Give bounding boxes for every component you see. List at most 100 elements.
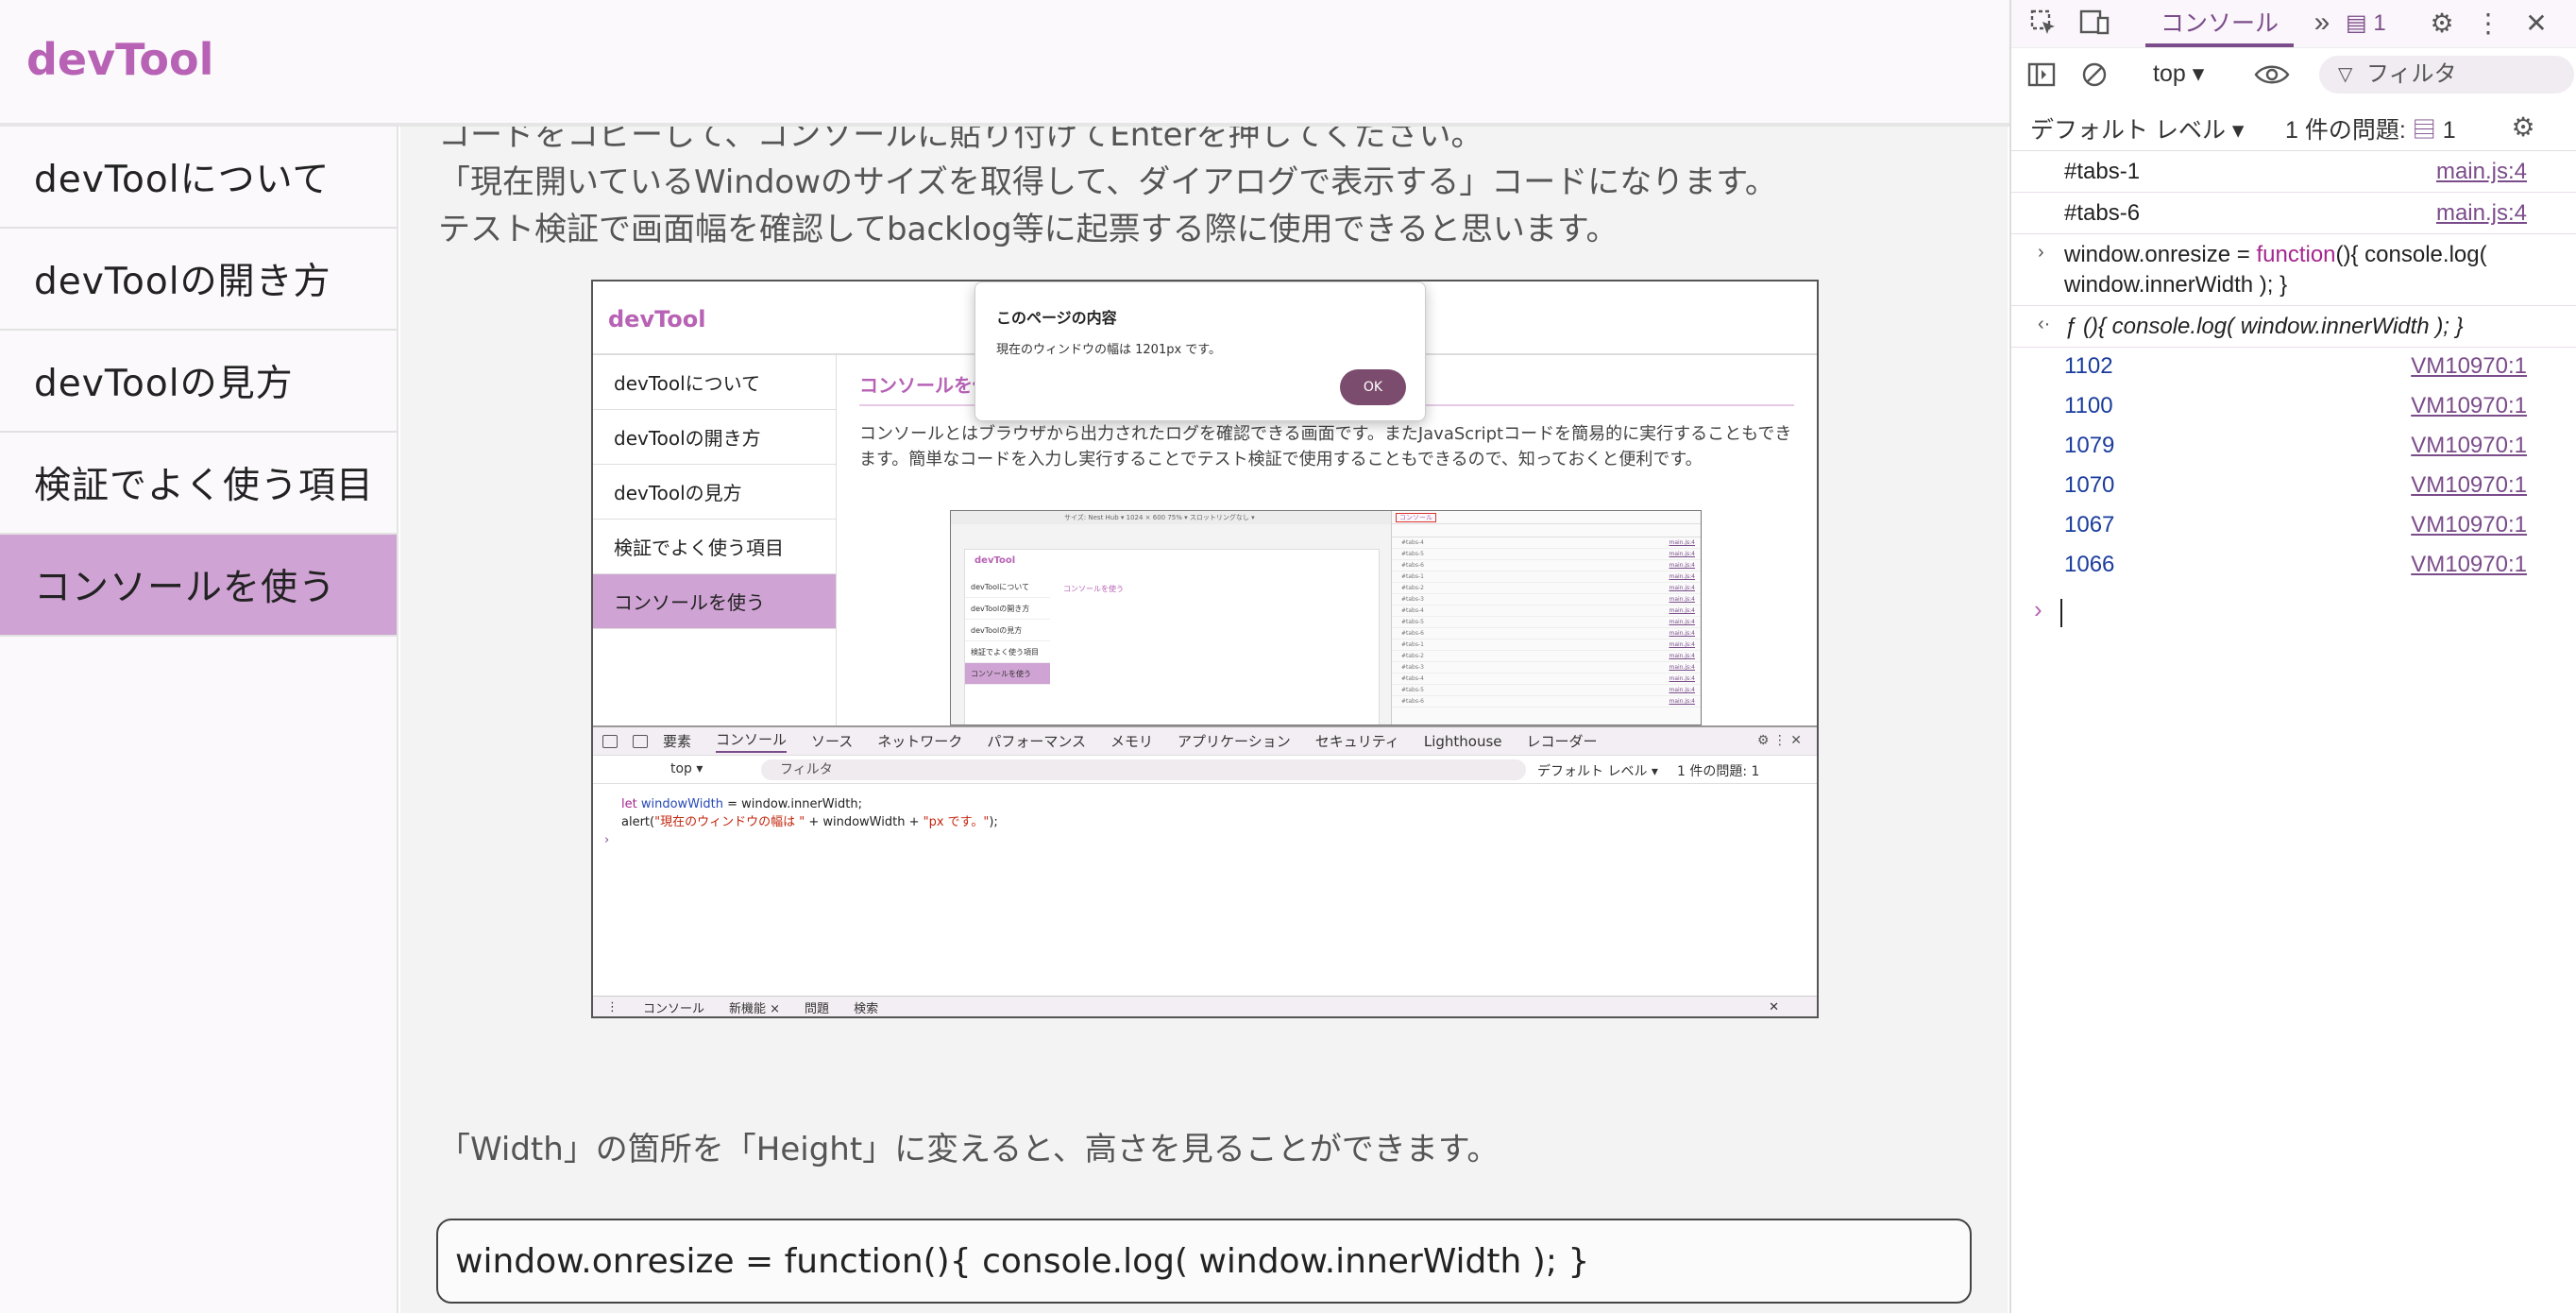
return-arrow-icon: ‹· — [2038, 314, 2051, 334]
context-select-value: top — [2153, 60, 2186, 87]
nested-log-row: #tabs-4 main.js:4 — [1392, 605, 1701, 617]
sidebar-toggle-icon[interactable] — [2025, 58, 2059, 92]
shot-sidebar-item: 検証でよく使う項目 — [593, 520, 836, 574]
width-note: 「Width」の箇所を「Height」に変えると、高さを見ることができます。 — [438, 1131, 1500, 1168]
settings-gear-icon[interactable]: ⚙ — [2425, 6, 2459, 40]
log-source-link[interactable]: VM10970:1 — [2411, 552, 2527, 578]
input-line-1: window.onresize = function(){ console.lo… — [2064, 242, 2487, 267]
nested-sidebar-item: devToolについて — [965, 576, 1050, 598]
width-log-entry: 1066 VM10970:1 — [2011, 546, 2576, 586]
close-icon[interactable]: ✕ — [2519, 6, 2553, 40]
shot-tab: ソース — [811, 733, 854, 750]
sidebar-item-about[interactable]: devToolについて — [0, 127, 397, 229]
shot-sidebar-item-active: コンソールを使う — [593, 574, 836, 629]
width-log-entry: 1102 VM10970:1 — [2011, 348, 2576, 387]
more-options-icon[interactable]: ⋮ — [2474, 6, 2502, 40]
sidebar-item-how-to-open[interactable]: devToolの開き方 — [0, 229, 397, 331]
sidebar-item-console[interactable]: コンソールを使う — [0, 535, 397, 637]
nested-log-row: #tabs-5 main.js:4 — [1392, 685, 1701, 696]
log-source-link[interactable]: main.js:4 — [2436, 159, 2527, 185]
site-header: devTool — [0, 0, 2009, 127]
nested-log-row: #tabs-3 main.js:4 — [1392, 662, 1701, 674]
width-value: 1102 — [2064, 353, 2113, 379]
nested-sidebar: devToolについて devToolの開き方 devToolの見方 検証でよく… — [965, 576, 1050, 685]
filter-input[interactable]: ▽ フィルタ — [2319, 56, 2574, 94]
nested-devtools: コンソール #tabs-4 main.js:4 #tabs-5 main.js:4 #t… — [1391, 511, 1701, 725]
console-input-caret[interactable] — [2060, 599, 2062, 627]
issues-count: 1 — [2442, 117, 2456, 144]
sidebar-item-how-to-view[interactable]: devToolの見方 — [0, 331, 397, 433]
message-icon: ▤ — [2412, 117, 2443, 144]
log-source-link[interactable]: VM10970:1 — [2411, 353, 2527, 380]
shot-tab: セキュリティ — [1314, 733, 1399, 750]
width-log-entry: 1067 VM10970:1 — [2011, 506, 2576, 546]
more-tabs-icon[interactable]: » — [2306, 4, 2338, 42]
shot-drawer-tab: 検索 — [854, 1002, 879, 1016]
shot-drawer-close-icon: ✕ — [1769, 1000, 1779, 1015]
issues-badge[interactable]: ▤ 1 — [2346, 9, 2386, 37]
log-source-link[interactable]: VM10970:1 — [2411, 393, 2527, 419]
shot-sidebar: devToolについて devToolの開き方 devToolの見方 検証でよく… — [593, 355, 837, 725]
shot-drawer: ⋮ コンソール 新機能 × 問題 検索 ✕ — [593, 996, 1817, 1016]
intro-paragraph: コードをコピーして、コンソールに貼り付けてEnterを押してください。 「現在開… — [438, 127, 1777, 253]
nested-log-rows: #tabs-4 main.js:4 #tabs-5 main.js:4 #tabs-6 m… — [1392, 537, 1701, 708]
log-entry: #tabs-1 main.js:4 — [2011, 151, 2576, 193]
shot-devtools-toolbar: top ▾ フィルタ デフォルト レベル ▾ 1 件の問題: 1 — [593, 756, 1817, 784]
width-value: 1070 — [2064, 472, 2115, 498]
console-toolbar-levels: デフォルト レベル ▾ 1 件の問題: ▤ 1 ⚙ — [2011, 100, 2576, 151]
log-source-link[interactable]: VM10970:1 — [2411, 433, 2527, 459]
shot-sidebar-item: devToolについて — [593, 355, 836, 410]
width-log-entry: 1070 VM10970:1 — [2011, 467, 2576, 506]
shot-logo: devTool — [608, 306, 706, 333]
nested-page: devTool devToolについて devToolの開き方 devToolの… — [964, 549, 1380, 725]
log-level-select[interactable]: デフォルト レベル ▾ — [2030, 111, 2244, 145]
shot-devtools-tabs: 要素 コンソール ソース ネットワーク パフォーマンス メモリ アプリケーション… — [593, 727, 1817, 756]
shot-issues: 1 件の問題: 1 — [1677, 764, 1760, 779]
nested-devtools-toolbar — [1392, 524, 1701, 537]
nested-log-row: #tabs-2 main.js:4 — [1392, 651, 1701, 662]
devtools-tabbar: コンソール » ▤ 1 ⚙ ⋮ ✕ — [2011, 0, 2576, 47]
nested-log-row: #tabs-4 main.js:4 — [1392, 537, 1701, 549]
shot-context-select: top ▾ — [670, 761, 703, 776]
shot-sidebar-item: devToolの見方 — [593, 465, 836, 520]
log-entry: #tabs-6 main.js:4 — [2011, 193, 2576, 234]
shot-paragraph: コンソールとはブラウザから出力されたログを確認できる画面です。またJavaScr… — [859, 424, 1792, 469]
width-log-entry: 1100 VM10970:1 — [2011, 387, 2576, 427]
return-entry: ‹· ƒ (){ console.log( window.innerWidth … — [2011, 306, 2576, 348]
device-toggle-icon — [633, 734, 648, 748]
intro-line-1: コードをコピーして、コンソールに貼り付けてEnterを押してください。 — [438, 127, 1483, 154]
nested-console-tab: コンソール — [1396, 513, 1436, 522]
log-source-link[interactable]: VM10970:1 — [2411, 512, 2527, 538]
filter-placeholder: フィルタ — [2366, 61, 2457, 87]
shot-tab: 要素 — [663, 733, 692, 750]
code-snippet[interactable]: window.onresize = function(){ console.lo… — [436, 1219, 1972, 1304]
shot-tab: レコーダー — [1526, 733, 1598, 750]
console-settings-gear-icon[interactable]: ⚙ — [2504, 108, 2542, 145]
log-source-link[interactable]: VM10970:1 — [2411, 472, 2527, 499]
shot-devtools: 要素 コンソール ソース ネットワーク パフォーマンス メモリ アプリケーション… — [593, 725, 1817, 1016]
issues-counter[interactable]: 1 件の問題: ▤ 1 — [2285, 111, 2456, 145]
chevron-right-icon[interactable]: › — [2038, 242, 2044, 264]
alert-dialog: このページの内容 現在のウィンドウの幅は 1201px です。 OK — [974, 281, 1426, 421]
inspect-element-icon[interactable] — [2026, 6, 2060, 40]
dialog-title: このページの内容 — [996, 309, 1117, 327]
shot-tab-console: コンソール — [716, 729, 788, 753]
shot-tab: ネットワーク — [877, 733, 963, 750]
device-toolbar-icon[interactable] — [2077, 6, 2111, 40]
inspect-icon — [602, 734, 618, 748]
live-expression-eye-icon[interactable] — [2251, 58, 2293, 92]
tab-console[interactable]: コンソール — [2145, 0, 2295, 47]
shot-sidebar-item: devToolの開き方 — [593, 410, 836, 465]
width-value: 1079 — [2064, 433, 2115, 458]
site-logo[interactable]: devTool — [26, 34, 213, 85]
context-select[interactable]: top ▾ — [2153, 60, 2204, 88]
nested-logo: devTool — [974, 555, 1016, 566]
shot-filter: フィルタ — [761, 759, 1526, 780]
sidebar-item-common-items[interactable]: 検証でよく使う項目 — [0, 433, 397, 535]
clear-console-icon[interactable] — [2077, 58, 2111, 92]
shot-tab: パフォーマンス — [987, 733, 1087, 750]
log-source-link[interactable]: main.js:4 — [2436, 200, 2527, 227]
width-value: 1100 — [2064, 393, 2113, 418]
return-value[interactable]: ƒ (){ console.log( window.innerWidth ); … — [2064, 314, 2464, 340]
nested-log-row: #tabs-3 main.js:4 — [1392, 594, 1701, 605]
